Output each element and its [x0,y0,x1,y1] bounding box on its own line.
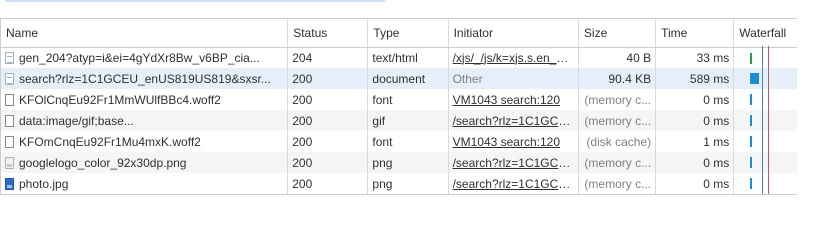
cell-waterfall [733,68,797,89]
cell-name[interactable]: KFOmCnqEu92Fr1Mu4mxK.woff2 [1,131,288,152]
request-name: photo.jpg [19,176,69,191]
cell-initiator: Other [447,68,579,89]
initiator-link[interactable]: VM1043 search:120 [453,135,560,149]
waterfall-bar [750,178,753,189]
cell-size: (memory c... [577,152,656,173]
table-row[interactable]: KFOlCnqEu92Fr1MmWUlfBBc4.woff2 200 font VM1… [1,89,797,110]
initiator-link[interactable]: /search?rlz=1C1GCE... [453,114,577,128]
cell-name[interactable]: photo.jpg [1,173,288,194]
cell-status: 200 [287,110,368,131]
table-row[interactable]: data:image/gif;base... 200 gif/search?rlz=… [1,110,797,131]
cell-size: 40 B [577,47,656,68]
initiator-link[interactable]: VM1043 search:120 [453,93,560,107]
initiator-link[interactable]: /xjs/_/js/k=xjs.s.en_U... [453,51,575,65]
table-row[interactable]: photo.jpg 200 png/search?rlz=1C1GCE... (mem… [1,173,797,194]
column-header-type[interactable]: Type [367,19,449,48]
initiator-link[interactable]: /search?rlz=1C1GCE... [453,177,577,191]
initiator-text: Other [452,71,483,86]
request-name: KFOmCnqEu92Fr1Mu4mxK.woff2 [19,134,201,149]
request-name: gen_204?atyp=i&ei=4gYdXr8Bw_v6BP_cia... [19,50,260,65]
cell-waterfall [733,152,797,173]
request-name: search?rlz=1C1GCEU_enUS819US819&sxsr... [19,71,271,86]
column-header-name[interactable]: Name [1,19,288,48]
cell-waterfall [733,131,797,152]
cell-waterfall [733,47,797,68]
cell-initiator: VM1043 search:120 [447,131,579,152]
table-header-row: Name Status Type Initiator Size Time Wat… [1,19,797,48]
cell-status: 200 [287,89,368,110]
cell-status: 204 [287,47,368,68]
request-name: data:image/gif;base... [19,113,134,128]
cell-time: 0 ms [655,173,734,194]
network-request-table: Name Status Type Initiator Size Time Wat… [0,18,797,195]
waterfall-bar [750,94,753,105]
cell-type: png [367,152,449,173]
cell-waterfall [733,110,797,131]
column-header-waterfall[interactable]: Waterfall [733,19,797,48]
cell-type: gif [367,110,449,131]
cell-status: 200 [287,173,368,194]
cell-time: 0 ms [655,152,734,173]
cell-size: (disk cache) [577,131,656,152]
request-name: KFOlCnqEu92Fr1MmWUlfBBc4.woff2 [19,92,221,107]
cell-status: 200 [287,152,368,173]
cell-initiator: /search?rlz=1C1GCE... [447,173,579,194]
cell-size: 90.4 KB [577,68,656,89]
load-event-marker [768,46,769,194]
cell-name[interactable]: googlelogo_color_92x30dp.png [1,152,288,173]
column-header-time[interactable]: Time [655,19,734,48]
cell-time: 589 ms [655,68,734,89]
cell-waterfall [733,173,797,194]
waterfall-bar [750,157,753,168]
cell-type: document [367,68,449,89]
file-icon [5,135,14,148]
column-header-status[interactable]: Status [287,19,368,48]
cell-status: 200 [287,68,368,89]
cell-name[interactable]: gen_204?atyp=i&ei=4gYdXr8Bw_v6BP_cia... [1,47,288,68]
cell-time: 33 ms [655,47,734,68]
cell-initiator: /xjs/_/js/k=xjs.s.en_U... [447,47,579,68]
cell-initiator: VM1043 search:120 [447,89,579,110]
waterfall-bar [750,73,760,84]
file-icon [5,93,14,106]
photo-icon [5,177,14,190]
cell-initiator: /search?rlz=1C1GCE... [447,152,579,173]
cell-time: 0 ms [655,89,734,110]
cell-name[interactable]: data:image/gif;base... [1,110,288,131]
cell-initiator: /search?rlz=1C1GCE... [447,110,579,131]
cell-waterfall [733,89,797,110]
cell-type: png [367,173,449,194]
document-icon [5,51,14,64]
document-icon [5,72,14,85]
top-accent-bar [5,0,385,2]
dom-content-loaded-marker [762,46,763,194]
file-icon [5,114,14,127]
image-icon [5,156,14,169]
table-row[interactable]: KFOmCnqEu92Fr1Mu4mxK.woff2 200 font VM1043 … [1,131,797,152]
table-row[interactable]: search?rlz=1C1GCEU_enUS819US819&sxsr... 2… [1,68,797,89]
cell-name[interactable]: search?rlz=1C1GCEU_enUS819US819&sxsr... [1,68,288,89]
table-row[interactable]: gen_204?atyp=i&ei=4gYdXr8Bw_v6BP_cia... 2… [1,47,797,68]
cell-type: text/html [367,47,449,68]
cell-name[interactable]: KFOlCnqEu92Fr1MmWUlfBBc4.woff2 [1,89,288,110]
request-name: googlelogo_color_92x30dp.png [19,155,187,170]
column-header-initiator[interactable]: Initiator [447,19,579,48]
cell-type: font [367,131,449,152]
waterfall-bar [750,136,753,147]
table-row[interactable]: googlelogo_color_92x30dp.png 200 png/searc… [1,152,797,173]
cell-status: 200 [287,131,368,152]
cell-size: (memory c... [577,173,656,194]
waterfall-bar [750,52,753,64]
column-header-size[interactable]: Size [577,19,656,48]
waterfall-bar [750,115,753,126]
cell-time: 1 ms [655,131,734,152]
cell-time: 0 ms [655,110,734,131]
cell-size: (memory c... [577,89,656,110]
initiator-link[interactable]: /search?rlz=1C1GCE... [453,156,577,170]
cell-type: font [367,89,449,110]
cell-size: (memory c... [577,110,656,131]
